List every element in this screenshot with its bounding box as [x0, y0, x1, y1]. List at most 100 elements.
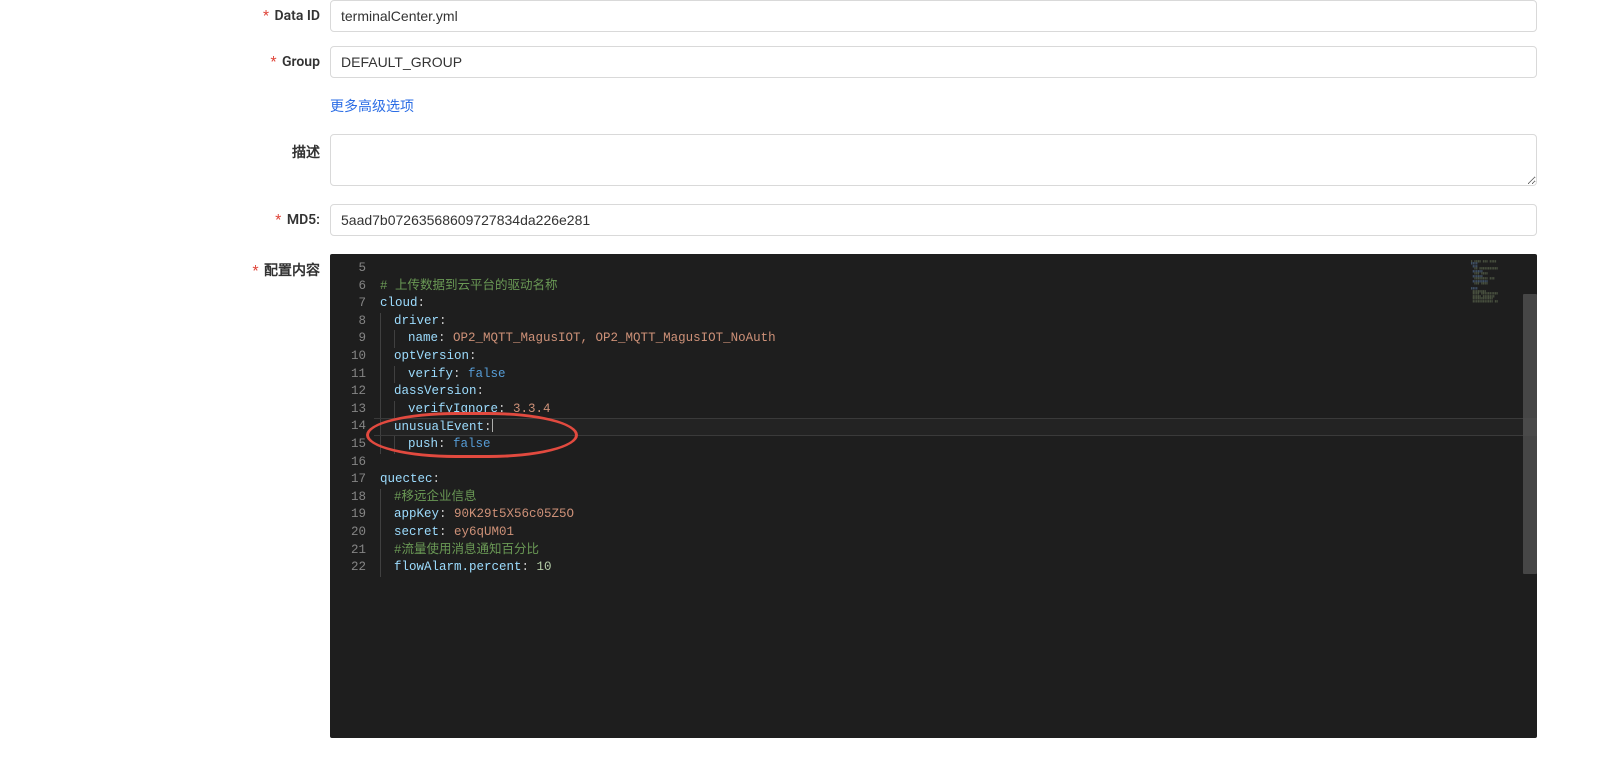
config-form: * Data ID * Group 更多高级选项 描述 [0, 0, 1597, 752]
code-token: : [469, 349, 477, 363]
code-token: ey6qUM01 [454, 525, 514, 539]
line-number: 11 [330, 366, 374, 384]
code-token: unusualEvent [394, 420, 484, 434]
advanced-options-link[interactable]: 更多高级选项 [330, 99, 414, 115]
label-group: * Group [0, 46, 330, 70]
code-token: optVersion [394, 349, 469, 363]
required-marker: * [275, 212, 281, 228]
line-number: 19 [330, 506, 374, 524]
code-line[interactable]: verifyIgnore: 3.3.4 [380, 401, 1537, 419]
line-number: 15 [330, 436, 374, 454]
label-text-config-content: 配置内容 [264, 263, 320, 279]
code-line[interactable]: driver: [380, 313, 1537, 331]
code-token: secret [394, 525, 439, 539]
line-number: 6 [330, 278, 374, 296]
code-line[interactable]: push: false [380, 436, 1537, 454]
label-config-content: * 配置内容 [0, 254, 330, 280]
line-number: 9 [330, 330, 374, 348]
code-token: : [438, 331, 453, 345]
code-token: : [439, 314, 447, 328]
code-token: quectec [380, 472, 433, 486]
required-marker: * [270, 54, 276, 70]
code-line[interactable]: cloud: [380, 295, 1537, 313]
code-token: false [468, 367, 506, 381]
code-token: : [438, 437, 453, 451]
code-token: verifyIgnore [408, 402, 498, 416]
code-token: 10 [537, 560, 552, 574]
editor-body[interactable]: # 上传数据到云平台的驱动名称cloud:driver:name: OP2_MQ… [374, 254, 1537, 738]
line-number: 12 [330, 383, 374, 401]
code-line[interactable]: flowAlarm.percent: 10 [380, 559, 1537, 577]
data-id-input[interactable] [330, 0, 1537, 32]
code-line[interactable]: secret: ey6qUM01 [380, 524, 1537, 542]
row-group: * Group [0, 46, 1597, 78]
description-textarea[interactable] [330, 134, 1537, 186]
code-token: : [522, 560, 537, 574]
line-number: 17 [330, 471, 374, 489]
code-token: false [453, 437, 491, 451]
code-token: #流量使用消息通知百分比 [394, 543, 539, 557]
group-input[interactable] [330, 46, 1537, 78]
code-token: 3.3.4 [513, 402, 551, 416]
code-token: : [498, 402, 513, 416]
label-description: 描述 [0, 134, 330, 162]
code-token: dassVersion [394, 384, 477, 398]
line-number: 13 [330, 401, 374, 419]
code-token: : [439, 507, 454, 521]
label-text-group: Group [282, 54, 320, 70]
label-text-md5: MD5: [287, 212, 320, 228]
code-line[interactable]: #移远企业信息 [380, 489, 1537, 507]
line-number: 20 [330, 524, 374, 542]
code-line[interactable] [380, 260, 1537, 278]
editor-gutter: 5678910111213141516171819202122 [330, 254, 374, 577]
row-config-content: * 配置内容 5678910111213141516171819202122 #… [0, 254, 1597, 738]
line-number: 7 [330, 295, 374, 313]
line-number: 18 [330, 489, 374, 507]
line-number: 22 [330, 559, 374, 577]
code-token: appKey [394, 507, 439, 521]
code-token: OP2_MQTT_MagusIOT, OP2_MQTT_MagusIOT_NoA… [453, 331, 776, 345]
code-token: name [408, 331, 438, 345]
code-token: # 上传数据到云平台的驱动名称 [380, 279, 558, 293]
code-token: : [418, 296, 426, 310]
text-cursor [492, 418, 493, 432]
code-token: flowAlarm.percent [394, 560, 522, 574]
code-editor[interactable]: 5678910111213141516171819202122 # 上传数据到云… [330, 254, 1537, 738]
code-line[interactable] [380, 454, 1537, 472]
label-data-id: * Data ID [0, 0, 330, 24]
required-marker: * [263, 8, 269, 24]
code-token: : [439, 525, 454, 539]
line-number: 8 [330, 313, 374, 331]
code-token: : [433, 472, 441, 486]
code-line[interactable]: appKey: 90K29t5X56c05Z5O [380, 506, 1537, 524]
line-number: 14 [330, 418, 374, 436]
code-line[interactable]: # 上传数据到云平台的驱动名称 [380, 278, 1537, 296]
code-token: : [484, 420, 492, 434]
code-token: : [453, 367, 468, 381]
line-number: 5 [330, 260, 374, 278]
row-md5: * MD5: [0, 204, 1597, 236]
code-line[interactable]: unusualEvent: [380, 418, 1537, 436]
label-text-data-id: Data ID [275, 8, 321, 24]
required-marker: * [252, 263, 258, 279]
row-description: 描述 [0, 134, 1597, 190]
md5-input[interactable] [330, 204, 1537, 236]
label-text-description: 描述 [292, 145, 320, 161]
code-line[interactable]: quectec: [380, 471, 1537, 489]
scrollbar-thumb[interactable] [1523, 294, 1537, 574]
line-number: 21 [330, 542, 374, 560]
code-token: : [477, 384, 485, 398]
code-line[interactable]: name: OP2_MQTT_MagusIOT, OP2_MQTT_MagusI… [380, 330, 1537, 348]
code-line[interactable]: optVersion: [380, 348, 1537, 366]
row-advanced-link: 更多高级选项 [0, 92, 1597, 120]
code-token: cloud [380, 296, 418, 310]
code-token: driver [394, 314, 439, 328]
code-line[interactable]: #流量使用消息通知百分比 [380, 542, 1537, 560]
code-token: 90K29t5X56c05Z5O [454, 507, 574, 521]
editor-scrollbar[interactable] [1523, 254, 1537, 738]
code-line[interactable]: verify: false [380, 366, 1537, 384]
code-token: push [408, 437, 438, 451]
line-number: 10 [330, 348, 374, 366]
code-token: verify [408, 367, 453, 381]
code-line[interactable]: dassVersion: [380, 383, 1537, 401]
